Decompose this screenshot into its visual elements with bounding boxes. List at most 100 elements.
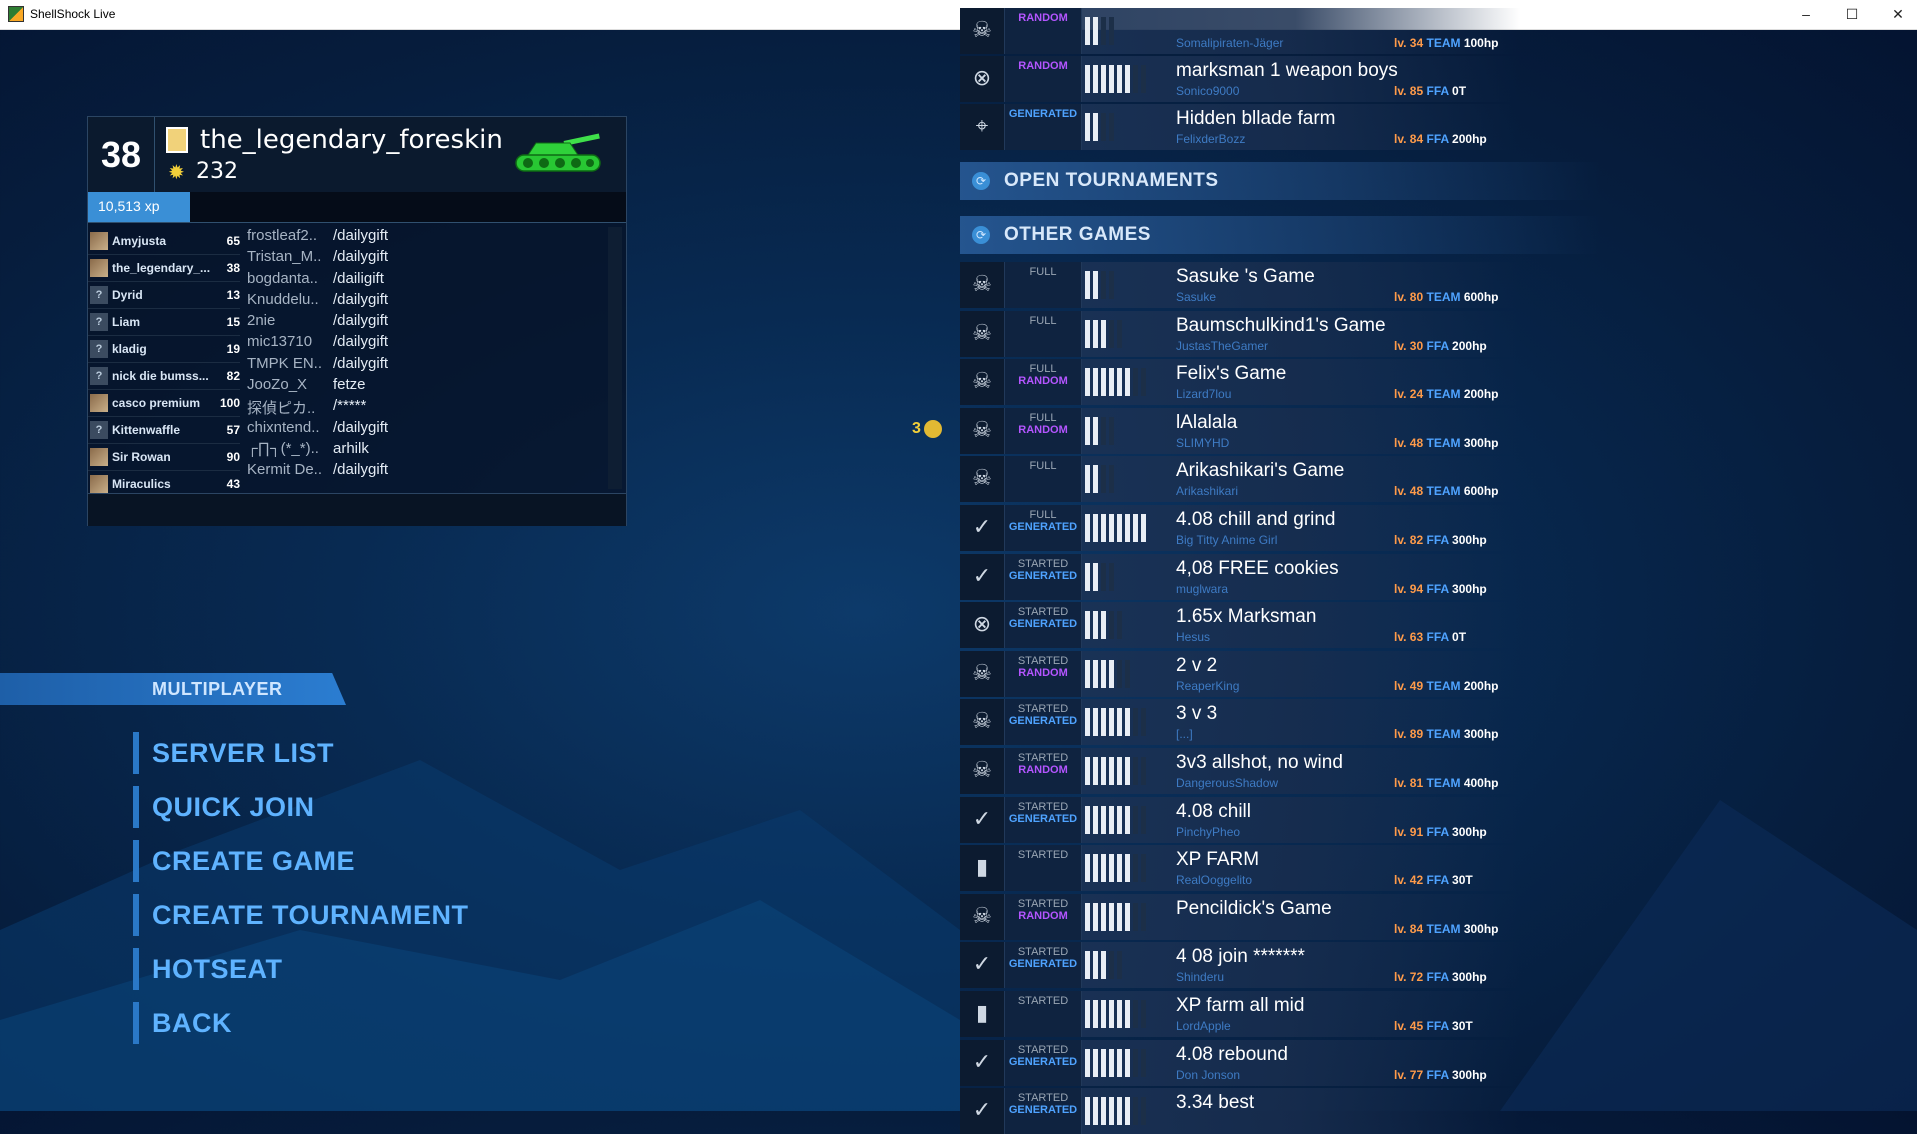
server-row[interactable]: ⌖ GENERATED Hidden bllade farm FelixderBozz… [960, 104, 1520, 150]
server-row[interactable]: ⊗ RANDOM marksman 1 weapon boys Sonico9000 l… [960, 56, 1520, 102]
player-bar [1085, 854, 1090, 883]
skull-icon: ☠ [972, 466, 992, 492]
friend-row[interactable]: the_legendary_... 38 [88, 255, 240, 282]
game-type: RANDOM [1018, 60, 1068, 72]
game-meta: lv. 45 FFA 30T [1394, 1019, 1473, 1033]
friend-row[interactable]: ? Liam 15 [88, 309, 240, 336]
server-row[interactable]: ▮ STARTED XP farm all mid LordApple lv. 45 F… [960, 991, 1520, 1037]
chat-text: /***** [333, 397, 367, 415]
friend-row[interactable]: casco premium 100 [88, 390, 240, 417]
server-row[interactable]: ☠ STARTED RANDOM Pencildick's Game lv. 84 TE… [960, 893, 1520, 940]
server-row[interactable]: ✓ STARTED GENERATED 4 08 join ******* Shinde… [960, 942, 1520, 989]
server-row[interactable]: ▮ STARTED XP FARM RealOoggelito lv. 42 FFA 3… [960, 845, 1520, 892]
create-game-button[interactable]: CREATE GAME [133, 840, 355, 882]
hotseat-button[interactable]: HOTSEAT [133, 948, 283, 990]
avatar: ? [90, 367, 108, 385]
player-bar [1109, 271, 1114, 299]
game-level: lv. 80 [1394, 290, 1424, 304]
player-count-bars [1085, 900, 1165, 934]
server-row[interactable]: ☠ FULL RANDOM lAlalala SLIMYHD lv. 48 TEAM 30… [960, 407, 1520, 454]
server-row[interactable]: ✓ STARTED GENERATED 3.34 best [960, 1088, 1520, 1134]
player-bar [1117, 611, 1122, 640]
server-row[interactable]: ☠ FULL RANDOM Felix's Game Lizard7lou lv. 24 … [960, 359, 1520, 406]
chat-message: mic13710/dailygift [247, 333, 607, 354]
server-row[interactable]: ☠ STARTED RANDOM 3v3 allshot, no wind Danger… [960, 748, 1520, 794]
player-bar [1093, 902, 1098, 931]
game-status: FULL [1029, 411, 1057, 424]
other-games-header[interactable]: ⟳ OTHER GAMES [960, 216, 1600, 254]
back-button[interactable]: BACK [133, 1002, 232, 1044]
game-type-cell: STARTED GENERATED [1005, 602, 1082, 649]
avatar [90, 232, 108, 250]
window-title: ShellShock Live [30, 7, 116, 21]
player-bar [1101, 757, 1106, 785]
player-bar [1133, 805, 1138, 834]
game-mode: FFA [1426, 1067, 1449, 1082]
server-row[interactable]: ☠ STARTED GENERATED 3 v 3 [...] lv. 89 TEAM 3… [960, 699, 1520, 746]
server-row[interactable]: ☠ RANDOM Somalipiraten-Jäger lv. 34 TEAM 10… [960, 8, 1520, 54]
player-bar [1133, 1097, 1138, 1126]
game-hp: 200hp [1463, 387, 1499, 402]
game-icon-cell: ☠ [960, 8, 1005, 54]
game-hp: 300hp [1463, 435, 1499, 450]
player-bar [1109, 465, 1114, 494]
chat-scrollbar[interactable] [608, 227, 622, 489]
minimize-button[interactable]: – [1783, 0, 1829, 29]
server-row[interactable]: ⊗ STARTED GENERATED 1.65x Marksman Hesus lv. … [960, 602, 1520, 649]
player-bar [1085, 902, 1090, 931]
friend-row[interactable]: ? kladig 19 [88, 336, 240, 363]
server-row[interactable]: ✓ STARTED GENERATED 4.08 rebound Don Jonson l… [960, 1039, 1520, 1086]
game-name: XP farm all mid [1176, 995, 1305, 1016]
game-type: RANDOM [1018, 764, 1068, 776]
chat-input[interactable] [88, 493, 626, 526]
friend-row[interactable]: Amyjusta 65 [88, 228, 240, 255]
server-row[interactable]: ✓ STARTED GENERATED 4.08 chill PinchyPheo lv.… [960, 796, 1520, 843]
quick-join-button[interactable]: QUICK JOIN [133, 786, 315, 828]
player-bar [1101, 465, 1106, 494]
friend-name: kladig [112, 342, 147, 356]
friend-row[interactable]: ? Kittenwaffle 57 [88, 417, 240, 444]
maximize-button[interactable]: ☐ [1829, 0, 1875, 29]
check-icon: ✓ [972, 515, 992, 540]
player-count-bars [1085, 705, 1165, 739]
server-row[interactable]: ✓ STARTED GENERATED 4,08 FREE cookies muglwa… [960, 553, 1520, 600]
player-count-bars [1085, 754, 1165, 788]
game-mode: FFA [1426, 581, 1449, 596]
server-row[interactable]: ✓ FULL GENERATED 4.08 chill and grind Big Ti… [960, 505, 1520, 551]
game-type: GENERATED [1008, 715, 1078, 728]
game-meta: lv. 63 FFA 0T [1394, 630, 1466, 644]
chat-user: JooZo_X [247, 376, 308, 394]
server-list-button[interactable]: SERVER LIST [133, 732, 334, 774]
player-count-bars [1085, 14, 1165, 48]
friend-row[interactable]: ? Dyrid 13 [88, 282, 240, 309]
game-owner: SLIMYHD [1176, 435, 1230, 450]
friend-row[interactable]: Sir Rowan 90 [88, 444, 240, 471]
game-mode: TEAM [1426, 290, 1461, 304]
friend-level: 19 [226, 342, 240, 356]
game-level: lv. 84 [1394, 132, 1424, 146]
player-bar [1117, 65, 1122, 93]
game-mode: FFA [1426, 533, 1449, 547]
player-bar [1141, 708, 1146, 737]
create-tournament-button[interactable]: CREATE TOURNAMENT [133, 894, 469, 936]
chat-text: /dailygift [333, 227, 389, 244]
server-row[interactable]: ☠ FULL Arikashikari's Game Arikashikari lv. … [960, 456, 1520, 503]
chat-user: Kermit De.. [247, 461, 323, 479]
server-row[interactable]: ☠ STARTED RANDOM 2 v 2 ReaperKing lv. 49 TEAM… [960, 650, 1520, 697]
server-row[interactable]: ☠ FULL Sasuke 's Game Sasuke lv. 80 TEAM 600… [960, 262, 1520, 308]
player-bar [1085, 17, 1090, 45]
chat-user: TMPK EN.. [247, 354, 323, 372]
game-name: 4 08 join ******* [1176, 946, 1305, 968]
server-row[interactable]: ☠ FULL Baumschulkind1's Game JustasTheGamer… [960, 310, 1520, 357]
game-name: 4,08 FREE cookies [1176, 557, 1339, 579]
player-bar [1109, 17, 1114, 45]
game-level: lv. 72 [1394, 970, 1424, 985]
game-type: RANDOM [1018, 909, 1068, 922]
player-bar [1141, 757, 1146, 785]
friend-row[interactable]: ? nick die bumss... 82 [88, 363, 240, 390]
game-level: lv. 84 [1394, 921, 1424, 936]
close-button[interactable]: ✕ [1875, 0, 1917, 29]
open-tournaments-header[interactable]: ⟳ OPEN TOURNAMENTS [960, 162, 1600, 200]
game-level: lv. 82 [1394, 533, 1424, 547]
game-name: Arikashikari's Game [1176, 460, 1345, 482]
